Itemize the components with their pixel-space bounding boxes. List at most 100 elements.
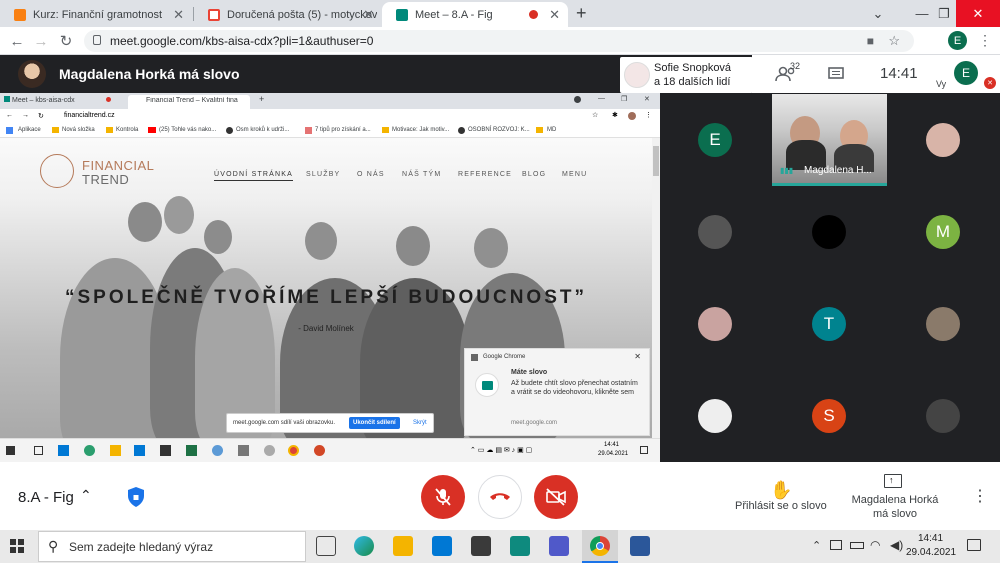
address-bar[interactable]: meet.google.com/kbs-aisa-cdx?pli=1&authu… <box>84 30 914 52</box>
participant-tile[interactable]: S <box>812 399 846 433</box>
camera-off-icon <box>546 488 566 506</box>
chrome-icon <box>288 445 299 456</box>
chat-button[interactable] <box>826 65 846 83</box>
hang-up-icon <box>490 493 510 500</box>
participant-tile[interactable] <box>926 399 960 433</box>
battery-icon[interactable] <box>850 542 864 549</box>
teams-icon[interactable] <box>549 536 569 556</box>
tray-chevron-icon[interactable]: ⌃ <box>812 539 821 552</box>
mic-toggle-button[interactable] <box>421 475 465 519</box>
site-nav-services: SLUŽBY <box>306 171 341 178</box>
tray-app-icon[interactable] <box>830 540 842 550</box>
bookmark-star-icon[interactable]: ☆ <box>888 33 900 49</box>
word-icon[interactable] <box>630 536 650 556</box>
windows-taskbar: ⚲ Sem zadejte hledaný výraz ⌃ ◠ ◀) 14:41… <box>0 530 1000 563</box>
participant-avatar <box>624 62 650 88</box>
meeting-name[interactable]: 8.A - Fig <box>18 489 74 506</box>
close-window-icon[interactable]: ✕ <box>956 0 1000 27</box>
raise-hand-label[interactable]: Přihlásit se o slovo <box>735 500 827 512</box>
shared-active-tab: Financial Trend – Kvalitní finanční... <box>128 95 250 109</box>
bookmark: Osm kroků k udrži... <box>236 127 290 133</box>
new-tab-icon[interactable]: + <box>576 3 587 24</box>
profile-avatar[interactable]: E <box>948 31 967 50</box>
chrome-menu-icon[interactable]: ⋮ <box>978 32 992 49</box>
bookmark: Kontrola <box>116 127 139 133</box>
people-button[interactable]: 32 <box>768 61 804 85</box>
taskbar-time[interactable]: 14:41 <box>918 533 943 544</box>
more-options-icon[interactable]: ⋮ <box>972 486 988 506</box>
wifi-icon[interactable]: ◠ <box>870 538 880 552</box>
participant-tile[interactable]: T <box>812 307 846 341</box>
leave-call-button[interactable] <box>478 475 522 519</box>
present-screen-icon[interactable]: ↑ <box>884 474 902 488</box>
folder-icon <box>382 127 389 133</box>
reload-icon[interactable]: ↻ <box>55 30 77 52</box>
taskbar-chrome-active[interactable] <box>582 530 618 563</box>
shield-icon <box>128 487 144 507</box>
browser-tab-moodle[interactable]: Kurz: Finanční gramotnost ✕ <box>0 2 192 27</box>
file-explorer-icon[interactable] <box>393 536 413 556</box>
participant-tile[interactable] <box>926 123 960 157</box>
app-icon[interactable] <box>510 536 530 556</box>
folder-icon <box>52 127 59 133</box>
browser-tab-meet[interactable]: Meet – 8.A - Fig ✕ <box>382 2 568 27</box>
bookmark: Aplikace <box>18 127 41 133</box>
lock-icon <box>93 35 101 45</box>
raise-hand-icon[interactable]: ✋ <box>770 480 792 501</box>
participant-name: Sofie Snopková <box>654 62 732 74</box>
close-tab-icon[interactable]: ✕ <box>363 7 374 23</box>
apps-icon <box>6 127 13 134</box>
logo-text-top: FINANCIAL <box>82 158 155 173</box>
restore-icon: ❐ <box>621 96 628 103</box>
meet-icon <box>396 8 408 21</box>
participant-tile[interactable] <box>812 215 846 249</box>
presenter-label[interactable]: Magdalena Horká má slovo <box>845 493 945 521</box>
hide-share-bar-button: Skrýt <box>413 420 427 426</box>
folder-icon <box>536 127 543 133</box>
camera-toggle-button[interactable] <box>534 475 578 519</box>
host-controls-button[interactable] <box>126 486 146 508</box>
mail-icon[interactable] <box>432 536 452 556</box>
windows-search-box[interactable]: ⚲ Sem zadejte hledaný výraz <box>38 531 306 562</box>
participant-tile[interactable] <box>926 307 960 341</box>
back-icon[interactable]: ← <box>6 30 28 52</box>
task-view-icon[interactable] <box>316 536 336 556</box>
edge-icon[interactable] <box>354 536 374 556</box>
bookmark: (25) Tohle vás nako... <box>159 127 217 133</box>
participant-tile[interactable] <box>698 399 732 433</box>
outlook-icon <box>58 445 69 456</box>
participant-tile[interactable]: M <box>926 215 960 249</box>
browser-toolbar: ← → ↻ meet.google.com/kbs-aisa-cdx?pli=1… <box>0 27 1000 55</box>
bookmark: Nová složka <box>62 127 95 133</box>
site-nav-about: O NÁS <box>357 171 385 178</box>
participant-tile[interactable] <box>698 307 732 341</box>
store-icon[interactable] <box>471 536 491 556</box>
edge-icon <box>84 445 95 456</box>
taskbar-date[interactable]: 29.04.2021 <box>906 547 956 558</box>
close-icon: ✕ <box>634 352 641 361</box>
close-tab-icon[interactable]: ✕ <box>173 7 184 23</box>
tab-search-icon[interactable]: ⌄ <box>856 0 900 27</box>
site-quote-author: - David Molínek <box>298 324 354 333</box>
participant-initial: E <box>709 130 721 149</box>
chevron-up-icon[interactable]: ⌃ <box>80 487 92 504</box>
participant-tile[interactable]: E <box>698 123 732 157</box>
active-speaker-name: Magdalena H... <box>804 165 872 176</box>
active-speaker-tile[interactable]: ▮▮▮ Magdalena H... <box>772 94 887 186</box>
browser-tab-gmail[interactable]: Doručená pošta (5) - motyckova ✕ <box>194 2 382 27</box>
chrome-menu-icon: ⋮ <box>645 112 652 119</box>
site-nav-menu: MENU <box>562 171 588 178</box>
notification-center-icon[interactable] <box>967 539 981 551</box>
camera-permission-icon[interactable]: ■ <box>867 34 874 48</box>
site-headline: “SPOLEČNĚ TVOŘÍME LEPŠÍ BUDOUCNOST” <box>65 287 587 308</box>
forward-icon: → <box>22 112 29 119</box>
forward-icon[interactable]: → <box>30 30 52 52</box>
windows-start-icon[interactable] <box>10 539 24 553</box>
volume-icon[interactable]: ◀) <box>890 538 903 552</box>
financial-trend-website: FINANCIAL TREND ÚVODNÍ STRÁNKA SLUŽBY O … <box>0 138 652 438</box>
participant-tile[interactable] <box>698 215 732 249</box>
participant-summary-card: Sofie Snopková a 18 dalších lidí <box>620 57 753 93</box>
shared-url: financialtrend.cz <box>64 112 115 119</box>
site-nav-home: ÚVODNÍ STRÁNKA <box>214 171 294 181</box>
close-tab-icon[interactable]: ✕ <box>549 7 560 23</box>
